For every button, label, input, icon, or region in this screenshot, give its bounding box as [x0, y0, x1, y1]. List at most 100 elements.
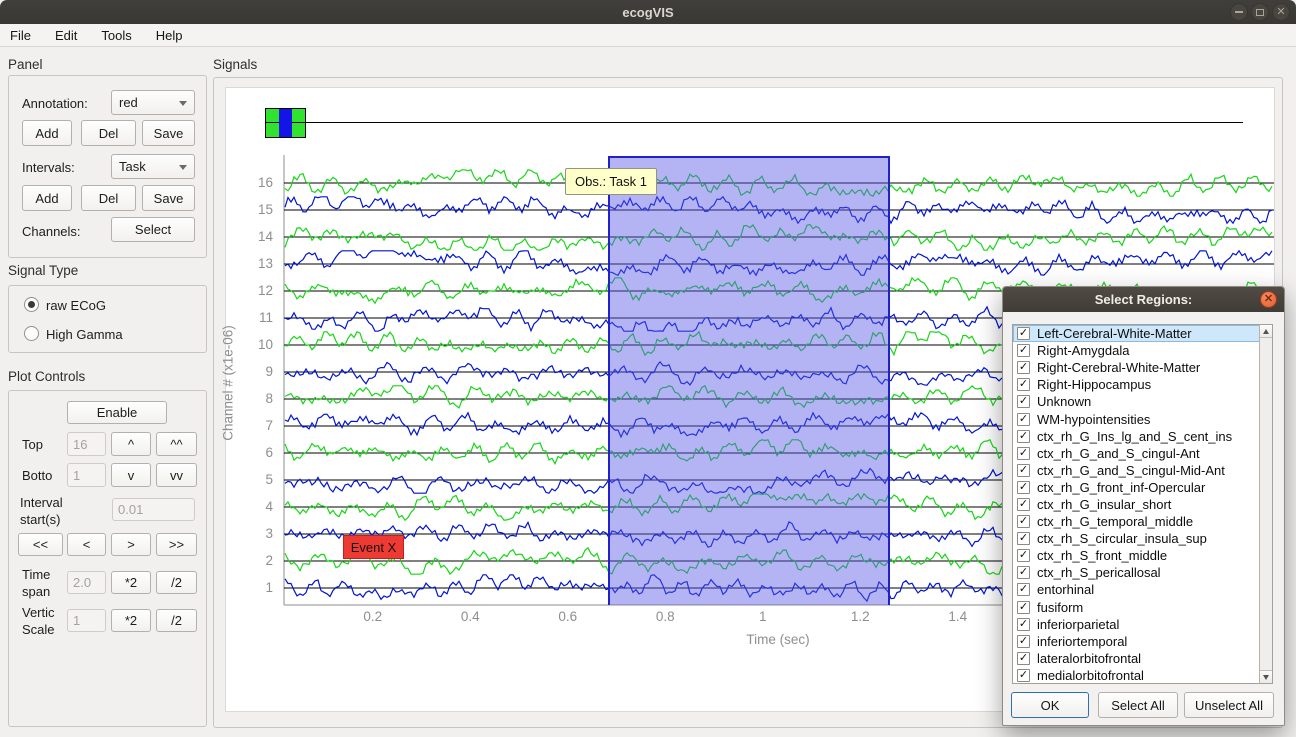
region-list-item[interactable]: ✓ WM-hypointensities: [1013, 410, 1260, 427]
checkbox-checked-icon[interactable]: ✓: [1017, 327, 1030, 340]
scroll-up-button[interactable]: [1260, 325, 1272, 338]
top-input[interactable]: 16: [67, 432, 106, 456]
channel-down-fast-button[interactable]: vv: [156, 463, 197, 487]
page-back-button[interactable]: <<: [18, 533, 63, 556]
checkbox-checked-icon[interactable]: ✓: [1017, 430, 1030, 443]
region-checkbox-list[interactable]: ✓ Left-Cerebral-White-Matter ✓ Right-Amy…: [1012, 324, 1261, 684]
checkbox-checked-icon[interactable]: ✓: [1017, 498, 1030, 511]
page-forward-button[interactable]: >>: [156, 533, 197, 556]
region-list-item[interactable]: ✓ Unknown: [1013, 393, 1260, 410]
bottom-input[interactable]: 1: [67, 463, 106, 487]
vertical-scale-half-button[interactable]: /2: [156, 609, 197, 632]
menu-edit[interactable]: Edit: [55, 28, 77, 43]
region-item-label: lateralorbitofrontal: [1037, 651, 1141, 666]
region-list-item[interactable]: ✓ Right-Cerebral-White-Matter: [1013, 359, 1260, 376]
vertical-scale-input[interactable]: 1: [67, 609, 106, 632]
dialog-close-button[interactable]: ✕: [1260, 291, 1277, 308]
maximize-button[interactable]: [1251, 3, 1269, 21]
top-label: Top: [22, 437, 43, 452]
channel-up-fast-button[interactable]: ^^: [156, 432, 197, 456]
checkbox-checked-icon[interactable]: ✓: [1017, 635, 1030, 648]
checkbox-checked-icon[interactable]: ✓: [1017, 481, 1030, 494]
channel-up-button[interactable]: ^: [111, 432, 151, 456]
channels-select-button[interactable]: Select: [111, 217, 195, 242]
annotation-add-button[interactable]: Add: [22, 120, 72, 146]
annotation-value: red: [119, 95, 138, 110]
annotation-combobox[interactable]: red: [111, 90, 195, 115]
channel-down-button[interactable]: v: [111, 463, 151, 487]
region-list-item[interactable]: ✓ ctx_rh_S_circular_insula_sup: [1013, 530, 1260, 547]
region-list-item[interactable]: ✓ ctx_rh_G_and_S_cingul-Ant: [1013, 445, 1260, 462]
region-list-item[interactable]: ✓ medialorbitofrontal: [1013, 667, 1260, 684]
time-span-input[interactable]: 2.0: [67, 571, 106, 594]
overview-current-window[interactable]: [279, 109, 292, 137]
select-all-button[interactable]: Select All: [1098, 692, 1178, 718]
scroll-down-button[interactable]: [1260, 670, 1272, 683]
checkbox-checked-icon[interactable]: ✓: [1017, 669, 1030, 682]
checkbox-checked-icon[interactable]: ✓: [1017, 447, 1030, 460]
x-axis-label: Time (sec): [698, 632, 858, 647]
checkbox-checked-icon[interactable]: ✓: [1017, 515, 1030, 528]
checkbox-checked-icon[interactable]: ✓: [1017, 361, 1030, 374]
intervals-combobox[interactable]: Task: [111, 154, 195, 179]
dialog-titlebar[interactable]: Select Regions: ✕: [1003, 287, 1284, 312]
channel-number: 10: [241, 331, 279, 358]
intervals-del-button[interactable]: Del: [81, 185, 136, 211]
titlebar[interactable]: ecogVIS ✕: [0, 0, 1296, 24]
region-list-item[interactable]: ✓ inferiorparietal: [1013, 616, 1260, 633]
region-list-item[interactable]: ✓ fusiform: [1013, 599, 1260, 616]
step-forward-button[interactable]: >: [111, 533, 151, 556]
region-list-item[interactable]: ✓ lateralorbitofrontal: [1013, 650, 1260, 667]
task-interval-region[interactable]: [608, 156, 890, 605]
checkbox-checked-icon[interactable]: ✓: [1017, 618, 1030, 631]
radio-high-gamma[interactable]: [24, 326, 39, 341]
list-scrollbar[interactable]: [1259, 324, 1273, 684]
event-x-marker[interactable]: Event X: [343, 535, 404, 559]
unselect-all-button[interactable]: Unselect All: [1184, 692, 1274, 718]
region-list-item[interactable]: ✓ ctx_rh_S_front_middle: [1013, 547, 1260, 564]
menu-help[interactable]: Help: [156, 28, 183, 43]
checkbox-checked-icon[interactable]: ✓: [1017, 566, 1030, 579]
region-list-item[interactable]: ✓ entorhinal: [1013, 581, 1260, 598]
checkbox-checked-icon[interactable]: ✓: [1017, 344, 1030, 357]
checkbox-checked-icon[interactable]: ✓: [1017, 378, 1030, 391]
intervals-save-button[interactable]: Save: [142, 185, 195, 211]
region-list-item[interactable]: ✓ Right-Hippocampus: [1013, 376, 1260, 393]
time-span-half-button[interactable]: /2: [156, 571, 197, 594]
checkbox-checked-icon[interactable]: ✓: [1017, 532, 1030, 545]
checkbox-checked-icon[interactable]: ✓: [1017, 464, 1030, 477]
region-list-item[interactable]: ✓ ctx_rh_G_and_S_cingul-Mid-Ant: [1013, 462, 1260, 479]
menu-tools[interactable]: Tools: [101, 28, 131, 43]
checkbox-checked-icon[interactable]: ✓: [1017, 583, 1030, 596]
checkbox-checked-icon[interactable]: ✓: [1017, 413, 1030, 426]
radio-raw-ecog[interactable]: [24, 297, 39, 312]
checkbox-checked-icon[interactable]: ✓: [1017, 395, 1030, 408]
region-list-item[interactable]: ✓ ctx_rh_G_temporal_middle: [1013, 513, 1260, 530]
region-list-item[interactable]: ✓ Left-Cerebral-White-Matter: [1013, 325, 1260, 342]
region-item-label: ctx_rh_S_pericallosal: [1037, 565, 1161, 580]
time-overview-widget[interactable]: [265, 108, 306, 138]
time-span-double-button[interactable]: *2: [111, 571, 151, 594]
checkbox-checked-icon[interactable]: ✓: [1017, 549, 1030, 562]
region-list-item[interactable]: ✓ ctx_rh_G_Ins_lg_and_S_cent_ins: [1013, 428, 1260, 445]
intervals-add-button[interactable]: Add: [22, 185, 72, 211]
minimize-button[interactable]: [1230, 3, 1248, 21]
close-button[interactable]: ✕: [1272, 3, 1290, 21]
interval-start-input[interactable]: 0.01: [112, 498, 195, 521]
region-list-item[interactable]: ✓ Right-Amygdala: [1013, 342, 1260, 359]
checkbox-checked-icon[interactable]: ✓: [1017, 601, 1030, 614]
region-list-item[interactable]: ✓ inferiortemporal: [1013, 633, 1260, 650]
menu-file[interactable]: File: [10, 28, 31, 43]
ok-button[interactable]: OK: [1011, 692, 1089, 718]
region-item-label: Right-Hippocampus: [1037, 377, 1151, 392]
window-title: ecogVIS: [622, 5, 673, 20]
region-list-item[interactable]: ✓ ctx_rh_S_pericallosal: [1013, 564, 1260, 581]
step-back-button[interactable]: <: [67, 533, 106, 556]
annotation-save-button[interactable]: Save: [142, 120, 195, 146]
annotation-del-button[interactable]: Del: [81, 120, 136, 146]
enable-button[interactable]: Enable: [67, 401, 167, 424]
region-list-item[interactable]: ✓ ctx_rh_G_front_inf-Opercular: [1013, 479, 1260, 496]
vertical-scale-double-button[interactable]: *2: [111, 609, 151, 632]
region-list-item[interactable]: ✓ ctx_rh_G_insular_short: [1013, 496, 1260, 513]
checkbox-checked-icon[interactable]: ✓: [1017, 652, 1030, 665]
